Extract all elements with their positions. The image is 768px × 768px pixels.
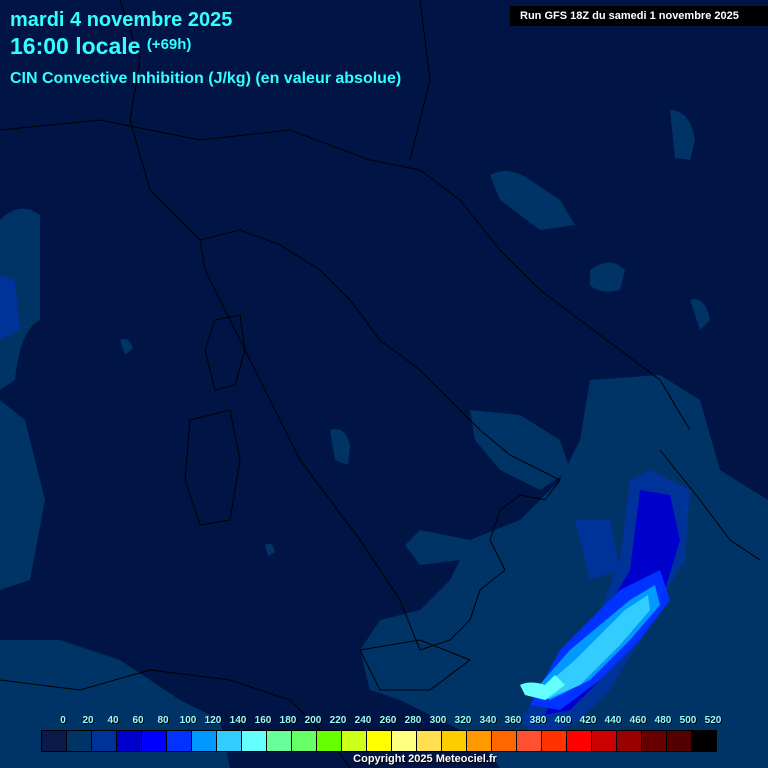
color-legend	[41, 730, 717, 752]
legend-swatch	[492, 731, 517, 751]
legend-labels: 0 20 40 60 80 100 120 140 160 180 200 220 240 260 280 3…	[41, 715, 741, 729]
legend-swatch	[117, 731, 142, 751]
legend-swatch	[342, 731, 367, 751]
legend-swatch	[267, 731, 292, 751]
legend-label: 120	[204, 715, 222, 726]
legend-swatch	[642, 731, 667, 751]
legend-swatch	[242, 731, 267, 751]
legend-label: 160	[254, 715, 272, 726]
legend-label: 400	[554, 715, 572, 726]
legend-label: 500	[679, 715, 697, 726]
legend-swatch	[217, 731, 242, 751]
legend-label: 100	[179, 715, 197, 726]
legend-label: 220	[329, 715, 347, 726]
legend-swatch	[442, 731, 467, 751]
legend-swatch	[617, 731, 642, 751]
legend-label: 480	[654, 715, 672, 726]
legend-swatch	[542, 731, 567, 751]
legend-swatch	[92, 731, 117, 751]
forecast-offset: (+69h)	[146, 36, 192, 53]
legend-swatch	[467, 731, 492, 751]
legend-swatch	[417, 731, 442, 751]
legend-label: 520	[704, 715, 722, 726]
weather-map-page: mardi 4 novembre 2025 16:00 locale (+69h…	[0, 0, 768, 768]
legend-swatch	[692, 731, 716, 751]
legend-swatch	[392, 731, 417, 751]
legend-label: 300	[429, 715, 447, 726]
legend-label: 460	[629, 715, 647, 726]
legend-label: 360	[504, 715, 522, 726]
cin-map	[0, 0, 768, 768]
legend-label: 420	[579, 715, 597, 726]
legend-swatch	[292, 731, 317, 751]
legend-label: 40	[107, 715, 119, 726]
legend-label: 200	[304, 715, 322, 726]
legend-swatch	[317, 731, 342, 751]
legend-swatch	[42, 731, 67, 751]
legend-label: 280	[404, 715, 422, 726]
legend-swatch	[192, 731, 217, 751]
parameter-title: CIN Convective Inhibition (J/kg) (en val…	[10, 70, 402, 87]
forecast-time: 16:00 locale (+69h)	[10, 33, 191, 60]
run-info: Run GFS 18Z du samedi 1 novembre 2025	[510, 6, 768, 26]
legend-swatch	[167, 731, 192, 751]
legend-label: 60	[132, 715, 144, 726]
legend-label: 80	[157, 715, 169, 726]
forecast-date: mardi 4 novembre 2025	[10, 9, 233, 31]
legend-label: 180	[279, 715, 297, 726]
legend-label: 20	[82, 715, 94, 726]
legend-swatch	[592, 731, 617, 751]
legend-label: 340	[479, 715, 497, 726]
legend-swatch	[367, 731, 392, 751]
legend-swatch	[67, 731, 92, 751]
legend-swatch	[667, 731, 692, 751]
legend-label: 0	[60, 715, 66, 726]
legend-swatch	[567, 731, 592, 751]
legend-label: 260	[379, 715, 397, 726]
legend-swatch	[517, 731, 542, 751]
legend-swatch	[142, 731, 167, 751]
forecast-time-label: 16:00 locale	[10, 33, 141, 59]
copyright: Copyright 2025 Meteociel.fr	[353, 753, 497, 765]
legend-label: 320	[454, 715, 472, 726]
legend-label: 240	[354, 715, 372, 726]
legend-label: 140	[229, 715, 247, 726]
legend-label: 440	[604, 715, 622, 726]
legend-label: 380	[529, 715, 547, 726]
